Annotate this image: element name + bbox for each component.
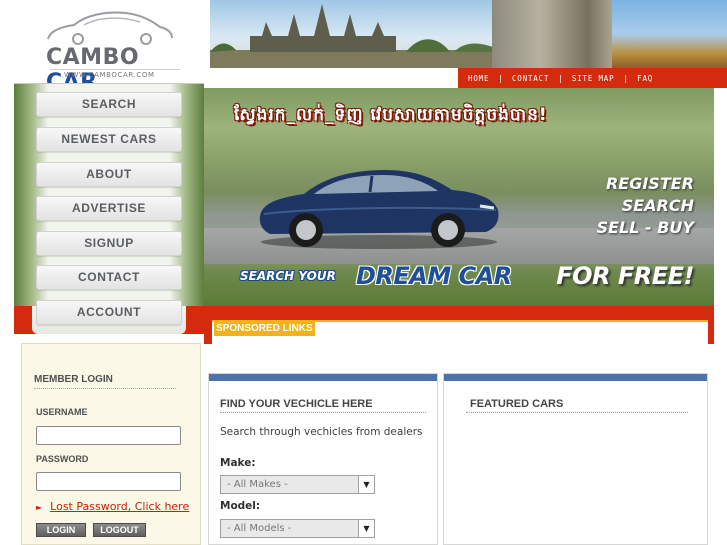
hero-banner[interactable]: ស្វែងរក_លក់_ទិញ វេបសាយតាមចិត្តចង់បាន! RE… (204, 88, 714, 306)
top-nav-faq[interactable]: FAQ (627, 74, 663, 83)
lost-password-text: Lost Password, Click here (50, 500, 190, 513)
login-title-rule (34, 388, 176, 389)
password-label: PASSWORD (36, 454, 89, 464)
password-input[interactable] (36, 472, 181, 491)
make-select-value: - All Makes - (227, 479, 288, 490)
panel-top-rule (209, 374, 437, 381)
hero-tag-sell-buy: SELL - BUY (596, 218, 694, 237)
bullet-arrow-icon: ► (36, 503, 43, 512)
royal-palace-photo (612, 0, 727, 68)
menu-signup-button[interactable]: SIGNUP (36, 231, 182, 256)
menu-about-button[interactable]: ABOUT (36, 162, 182, 187)
featured-cars-title-rule (466, 412, 688, 413)
site-logo[interactable]: CAMBO CAR WWW.CAMBOCAR.COM (40, 5, 180, 95)
menu-contact-button[interactable]: CONTACT (36, 265, 182, 290)
left-menu: SEARCH NEWEST CARS ABOUT ADVERTISE SIGNU… (14, 83, 204, 334)
hero-search-your: SEARCH YOUR (240, 269, 336, 283)
model-label: Model: (220, 500, 261, 512)
top-nav-site-map[interactable]: SITE MAP (562, 74, 625, 83)
hero-for-free: FOR FREE! (556, 262, 694, 290)
make-label: Make: (220, 457, 256, 469)
sponsored-links-label: SPONSORED LINKS (214, 322, 315, 336)
username-input[interactable] (36, 426, 181, 445)
logo-divider (50, 69, 180, 70)
login-button[interactable]: LOGIN (36, 523, 86, 537)
header-photo-strip (210, 0, 727, 68)
top-nav-contact[interactable]: CONTACT (502, 74, 559, 83)
sponsored-links-bar: SPONSORED LINKS (204, 306, 714, 344)
member-login-box: MEMBER LOGIN USERNAME PASSWORD ► Lost Pas… (21, 343, 201, 545)
lost-password-link[interactable]: ► Lost Password, Click here (36, 500, 189, 513)
dropdown-arrow-icon: ▼ (358, 476, 374, 493)
featured-cars-panel: FEATURED CARS (443, 373, 708, 545)
top-nav: HOME | CONTACT | SITE MAP | FAQ (458, 68, 727, 88)
bayon-faces-photo (492, 0, 612, 68)
username-label: USERNAME (36, 407, 88, 417)
logo-url: WWW.CAMBOCAR.COM (64, 71, 155, 79)
featured-cars-title: FEATURED CARS (470, 398, 564, 410)
logo-word-cambo: CAMBO (46, 45, 140, 70)
member-login-title: MEMBER LOGIN (34, 374, 113, 385)
find-vehicle-panel: FIND YOUR VECHICLE HERE Search through v… (208, 373, 438, 545)
menu-advertise-button[interactable]: ADVERTISE (36, 196, 182, 221)
find-vehicle-title: FIND YOUR VECHICLE HERE (220, 398, 373, 410)
car-outline-icon (47, 11, 173, 45)
find-vehicle-intro: Search through vechicles from dealers (220, 426, 423, 438)
menu-account-button[interactable]: ACCOUNT (36, 300, 182, 325)
menu-search-button[interactable]: SEARCH (36, 92, 182, 117)
logout-button[interactable]: LOGOUT (93, 523, 146, 537)
top-nav-home[interactable]: HOME (458, 74, 499, 83)
angkor-wat-illustration (210, 4, 500, 68)
make-select[interactable]: - All Makes - ▼ (220, 475, 375, 494)
panel-top-rule (444, 374, 707, 381)
dropdown-arrow-icon: ▼ (358, 520, 374, 537)
hero-headline: ស្វែងរក_លក់_ទិញ វេបសាយតាមចិត្តចង់បាន! (234, 105, 548, 125)
menu-newest-cars-button[interactable]: NEWEST CARS (36, 127, 182, 152)
hero-dream-car: DREAM CAR (356, 262, 512, 290)
model-select[interactable]: - All Models - ▼ (220, 519, 375, 538)
model-select-value: - All Models - (227, 523, 292, 534)
find-vehicle-title-rule (220, 412, 426, 413)
hero-tag-register: REGISTER (605, 174, 694, 193)
blue-car-illustration (259, 170, 499, 249)
hero-tag-search: SEARCH (621, 196, 694, 215)
